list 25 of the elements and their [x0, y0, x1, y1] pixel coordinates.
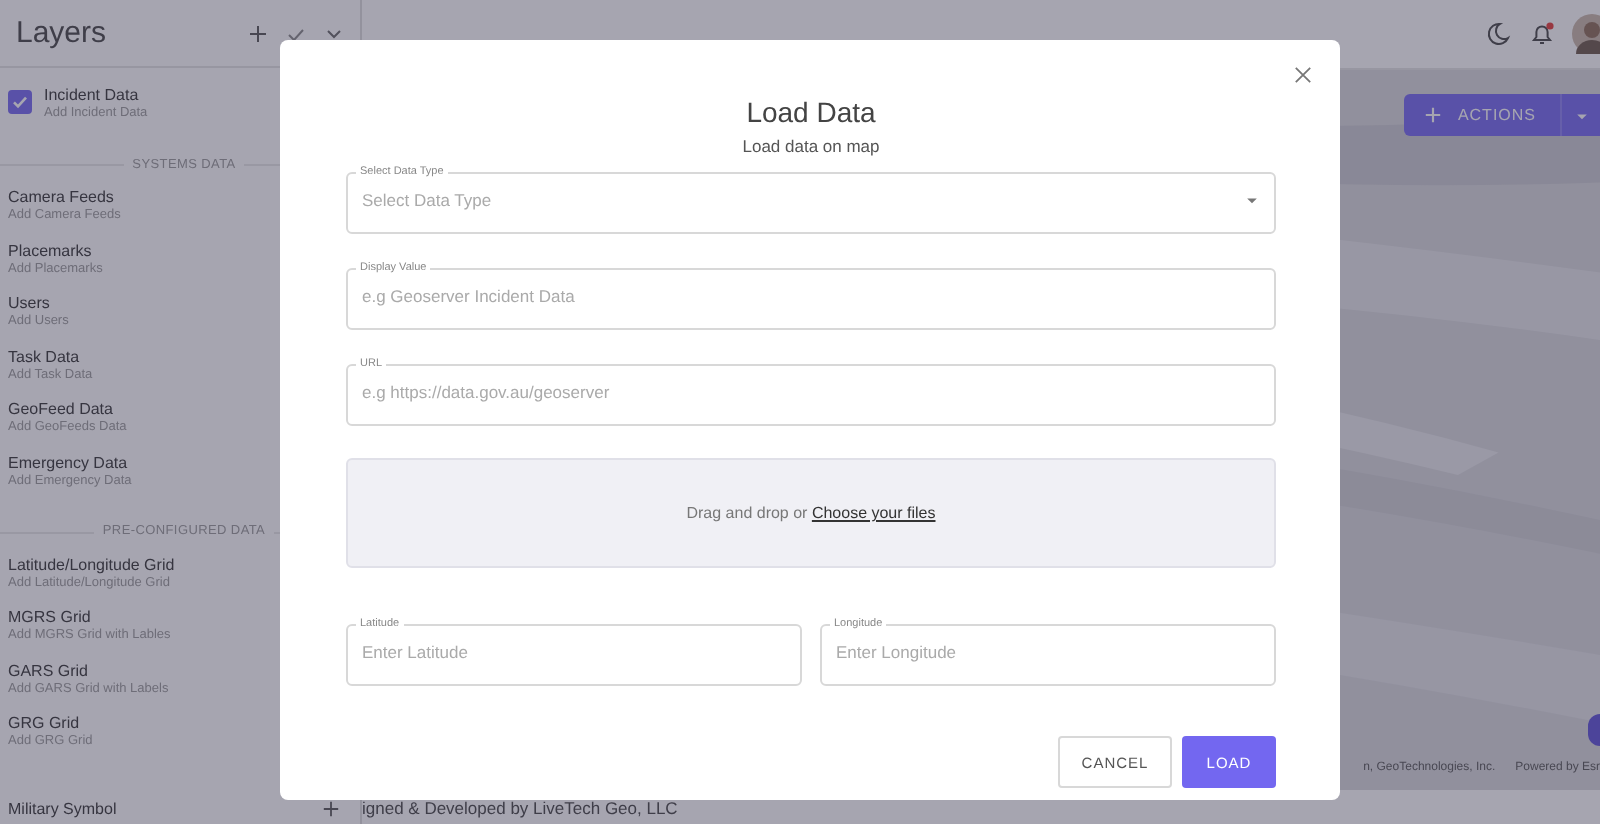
- layer-title[interactable]: MGRS Grid: [8, 608, 171, 627]
- actions-button[interactable]: ACTIONS: [1403, 94, 1560, 136]
- input-field[interactable]: e.g https://data.gov.au/geoserver: [362, 382, 1260, 402]
- layer-title[interactable]: Military Symbol: [8, 799, 117, 817]
- file-dropzone[interactable]: Drag and drop or Choose your files: [346, 458, 1276, 568]
- layer-title[interactable]: Incident Data: [44, 86, 148, 105]
- layer-title[interactable]: GARS Grid: [8, 661, 169, 680]
- layer-title[interactable]: Placemarks: [8, 241, 103, 260]
- dialog-title: Load Data: [746, 96, 876, 128]
- layer-title[interactable]: GeoFeed Data: [8, 400, 127, 419]
- layer-title[interactable]: Camera Feeds: [8, 188, 121, 207]
- input-field[interactable]: e.g Geoserver Incident Data: [362, 286, 1260, 306]
- dialog-subtitle: Load data on map: [742, 136, 880, 156]
- footer-credit: igned & Developed by LiveTech Geo, LLC: [362, 797, 678, 817]
- input-field[interactable]: Enter Latitude: [362, 642, 786, 662]
- layer-title[interactable]: Task Data: [8, 347, 93, 366]
- sidebar-title: Layers: [16, 16, 107, 51]
- layer-title[interactable]: Emergency Data: [8, 454, 132, 473]
- input-field[interactable]: Enter Longitude: [836, 642, 1260, 662]
- layer-title[interactable]: GRG Grid: [8, 714, 93, 733]
- select-field[interactable]: Select Data Type: [362, 190, 1244, 210]
- dropzone-text: Drag and drop or Choose your files: [686, 504, 936, 522]
- layer-title[interactable]: Latitude/Longitude Grid: [8, 555, 175, 574]
- choose-files-link[interactable]: Choose your files: [811, 504, 936, 522]
- layer-title[interactable]: Users: [8, 294, 69, 313]
